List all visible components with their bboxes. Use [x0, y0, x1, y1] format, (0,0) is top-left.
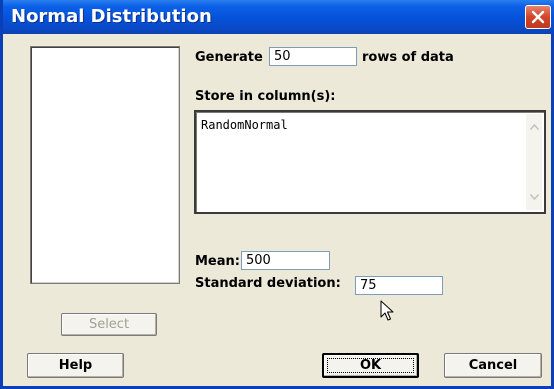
mean-label: Mean:	[195, 254, 240, 269]
standard-deviation-label: Standard deviation:	[195, 276, 341, 291]
cancel-button[interactable]: Cancel	[444, 353, 542, 378]
scroll-down-arrow-icon[interactable]	[527, 190, 541, 204]
store-columns-textarea[interactable]: RandomNormal	[194, 110, 546, 214]
dialog-window: Normal Distribution Generate 50 rows of …	[0, 0, 554, 389]
ok-button[interactable]: OK	[322, 353, 419, 378]
textarea-scrollbar[interactable]	[526, 114, 542, 210]
mean-input[interactable]: 500	[241, 251, 330, 270]
close-button[interactable]	[525, 5, 551, 29]
rows-of-data-label: rows of data	[362, 50, 454, 65]
scroll-up-arrow-icon[interactable]	[527, 120, 541, 134]
generate-label: Generate	[195, 50, 263, 65]
help-button[interactable]: Help	[27, 353, 124, 378]
generate-rows-input[interactable]: 50	[269, 47, 357, 66]
focus-rectangle	[327, 358, 414, 373]
standard-deviation-input[interactable]: 75	[355, 276, 443, 295]
cancel-button-label: Cancel	[468, 358, 518, 373]
select-button[interactable]: Select	[61, 313, 157, 336]
help-button-label: Help	[58, 358, 93, 373]
store-in-columns-label: Store in column(s):	[195, 89, 336, 104]
column-list[interactable]	[30, 46, 180, 284]
window-title: Normal Distribution	[11, 6, 212, 27]
title-bar[interactable]: Normal Distribution	[3, 0, 554, 34]
store-columns-value: RandomNormal	[201, 118, 288, 132]
mouse-pointer-icon	[380, 300, 394, 326]
select-button-label: Select	[88, 317, 130, 332]
